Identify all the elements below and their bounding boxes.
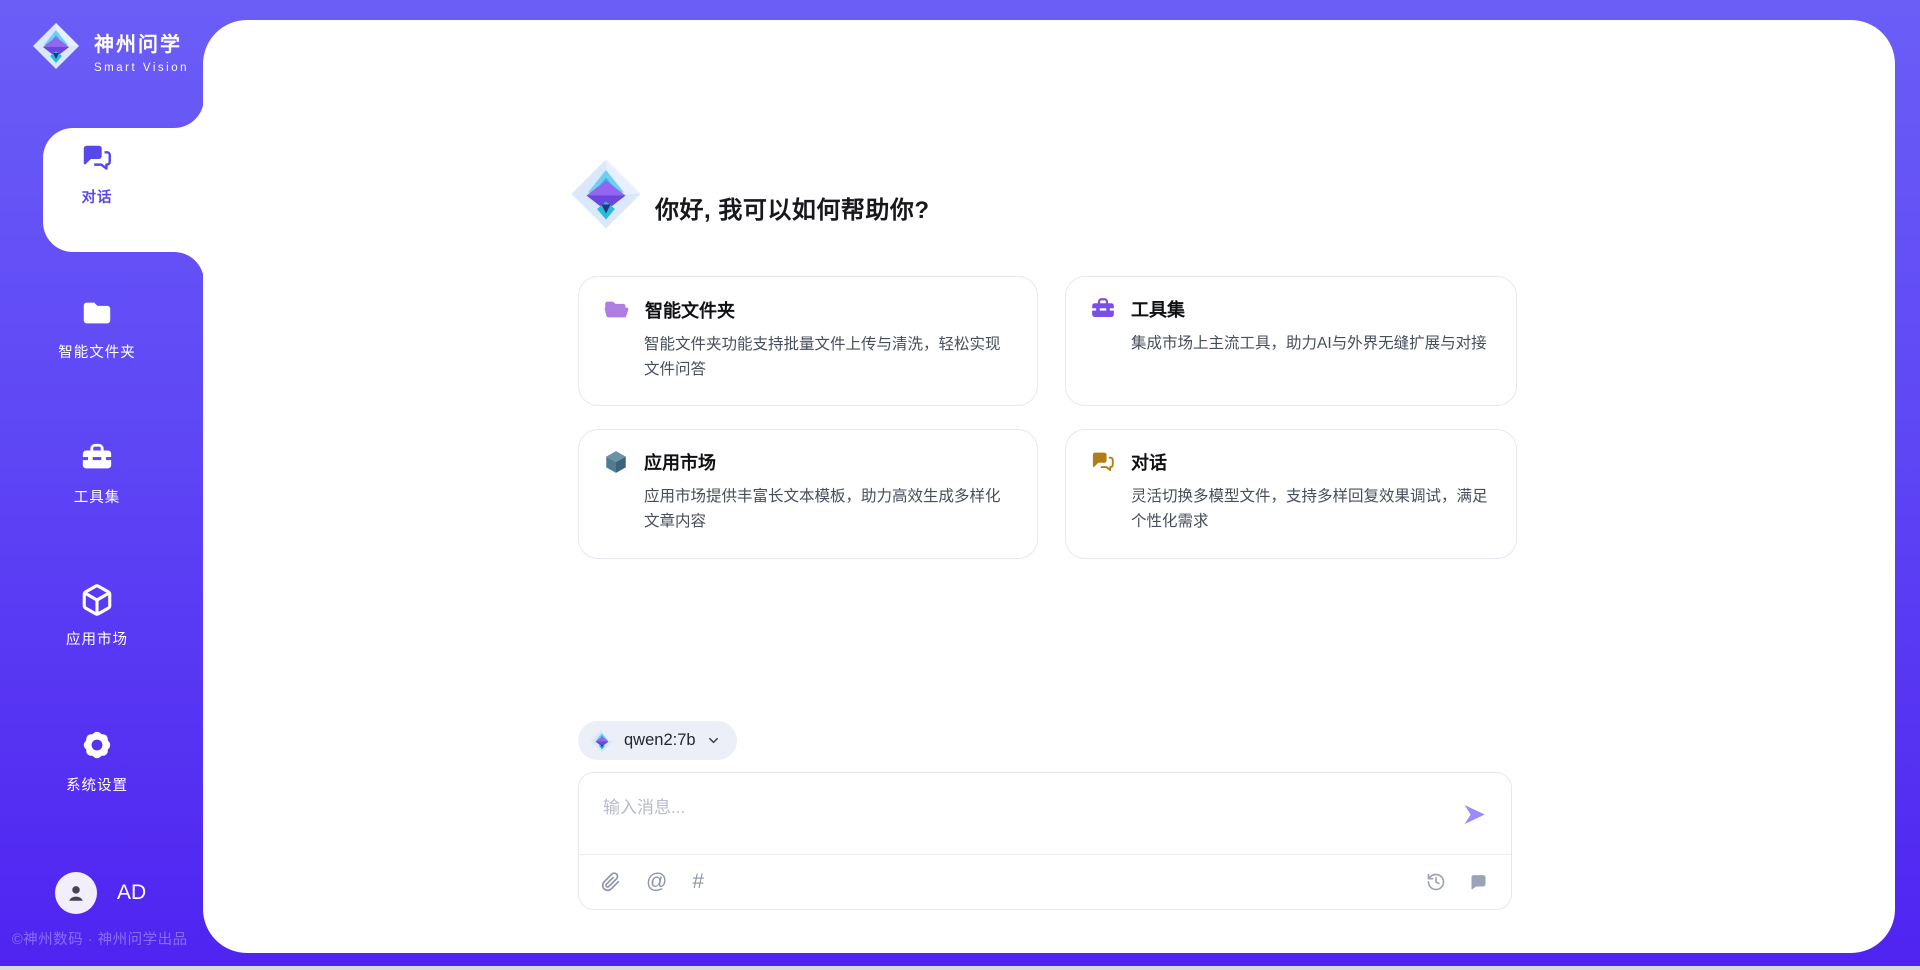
model-logo-icon <box>590 729 614 753</box>
sidebar-item-label: 智能文件夹 <box>58 341 136 362</box>
message-input[interactable] <box>579 773 1399 845</box>
cube-icon <box>80 583 114 617</box>
attachment-icon[interactable] <box>601 872 621 892</box>
user-account[interactable]: AD <box>55 872 146 914</box>
sidebar-item-label: 对话 <box>82 186 113 207</box>
model-name: qwen2:7b <box>624 731 696 750</box>
history-icon[interactable] <box>1426 872 1446 892</box>
cube-icon <box>603 449 629 475</box>
user-name: AD <box>117 881 146 905</box>
chat-icon <box>1090 449 1116 475</box>
message-composer: @ # <box>578 772 1512 910</box>
hashtag-icon[interactable]: # <box>692 872 704 892</box>
folder-icon <box>80 296 114 330</box>
card-title: 应用市场 <box>644 449 716 475</box>
card-chat[interactable]: 对话 灵活切换多模型文件，支持多样回复效果调试，满足个性化需求 <box>1065 429 1517 559</box>
card-description: 灵活切换多模型文件，支持多样回复效果调试，满足个性化需求 <box>1131 484 1492 534</box>
model-selector[interactable]: qwen2:7b <box>578 721 737 760</box>
sidebar-item-chat[interactable]: 对话 <box>22 141 172 207</box>
brand-name: 神州问学 <box>94 28 189 57</box>
card-description: 智能文件夹功能支持批量文件上传与清洗，轻松实现文件问答 <box>644 332 1013 382</box>
card-title: 工具集 <box>1131 296 1185 322</box>
greeting-logo-icon <box>570 158 642 230</box>
screen-bottom-edge <box>0 966 1920 970</box>
brand: 神州问学 Smart Vision <box>32 22 189 74</box>
feature-cards: 智能文件夹 智能文件夹功能支持批量文件上传与清洗，轻松实现文件问答 工具集 集成… <box>578 276 1517 559</box>
sidebar-item-label: 系统设置 <box>66 774 128 795</box>
sidebar-item-settings[interactable]: 系统设置 <box>22 727 172 795</box>
card-description: 集成市场上主流工具，助力AI与外界无缝扩展与对接 <box>1131 331 1492 356</box>
card-title: 对话 <box>1131 449 1167 475</box>
toolbox-icon <box>1090 296 1116 322</box>
greeting-title: 你好, 我可以如何帮助你? <box>655 190 930 225</box>
person-icon <box>65 882 87 904</box>
card-app-market[interactable]: 应用市场 应用市场提供丰富长文本模板，助力高效生成多样化文章内容 <box>578 429 1038 559</box>
sidebar-item-app-market[interactable]: 应用市场 <box>22 583 172 649</box>
mention-icon[interactable]: @ <box>646 872 667 892</box>
brand-logo-icon <box>32 22 80 70</box>
sidebar-item-label: 应用市场 <box>66 628 128 649</box>
card-toolset[interactable]: 工具集 集成市场上主流工具，助力AI与外界无缝扩展与对接 <box>1065 276 1517 406</box>
toolbox-icon <box>80 441 114 475</box>
card-smart-folder[interactable]: 智能文件夹 智能文件夹功能支持批量文件上传与清洗，轻松实现文件问答 <box>578 276 1038 406</box>
send-icon[interactable] <box>1460 801 1487 828</box>
sidebar-item-smart-folder[interactable]: 智能文件夹 <box>22 296 172 362</box>
brand-subtitle: Smart Vision <box>94 62 189 74</box>
sidebar-item-label: 工具集 <box>74 486 121 507</box>
gear-icon <box>79 727 115 763</box>
card-description: 应用市场提供丰富长文本模板，助力高效生成多样化文章内容 <box>644 484 1013 534</box>
chat-bubble-icon[interactable] <box>1468 872 1489 893</box>
chevron-down-icon <box>706 733 721 748</box>
folder-open-icon <box>603 296 630 323</box>
copyright-text: ©神州数码 · 神州问学出品 <box>12 928 202 949</box>
sidebar-item-toolset[interactable]: 工具集 <box>22 441 172 507</box>
card-title: 智能文件夹 <box>645 297 735 323</box>
avatar <box>55 872 97 914</box>
chat-icon <box>80 141 114 175</box>
